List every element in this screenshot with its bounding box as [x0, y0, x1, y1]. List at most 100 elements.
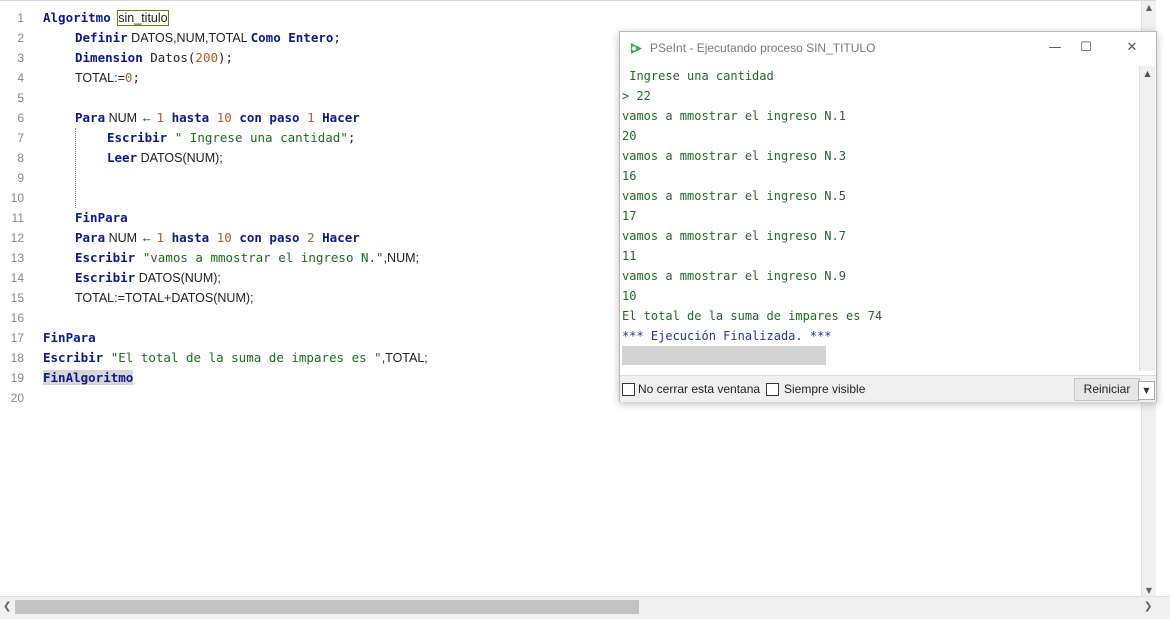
line-number: 12 — [10, 231, 24, 245]
console-line: vamos a mmostrar el ingreso N.9 — [622, 269, 846, 283]
code-line-18: Escribir "El total de la suma de impares… — [43, 348, 428, 368]
line-number: 15 — [10, 291, 24, 305]
code-line-11: FinPara — [75, 208, 128, 228]
keyword: con paso — [239, 230, 300, 245]
line-number: 6 — [17, 111, 24, 125]
code-line-14: Escribir DATOS(NUM); — [75, 268, 221, 288]
identifier: TOTAL:= — [75, 71, 125, 85]
scroll-left-icon[interactable]: ❮ — [3, 601, 11, 612]
code-line-2: Definir DATOS,NUM,TOTAL Como Entero; — [75, 28, 341, 48]
identifier: ,TOTAL; — [381, 351, 428, 365]
line-number: 17 — [10, 331, 24, 345]
console-line: 11 — [622, 249, 637, 263]
identifier: Datos( — [142, 50, 196, 65]
line-number: 18 — [10, 351, 24, 365]
string-literal: " Ingrese una cantidad" — [174, 130, 348, 145]
identifier: DATOS(NUM); — [135, 271, 221, 285]
keyword: Para — [75, 110, 106, 125]
horizontal-scroll-thumb[interactable] — [15, 600, 639, 614]
console-line: 20 — [622, 129, 637, 143]
line-number: 14 — [10, 271, 24, 285]
number: 1 — [156, 110, 165, 125]
keyword: Algoritmo — [43, 10, 111, 25]
identifier: ,NUM; — [383, 251, 419, 265]
line-number: 1 — [17, 11, 24, 25]
siempre-visible-checkbox[interactable] — [766, 383, 779, 396]
editor-horizontal-scrollbar[interactable]: ❮ ❯ — [0, 596, 1170, 619]
minimize-icon[interactable]: — — [1040, 38, 1070, 58]
punct: ; — [333, 30, 341, 45]
line-number: 13 — [10, 251, 24, 265]
code-line-17: FinPara — [43, 328, 96, 348]
reiniciar-dropdown-icon[interactable]: ▼ — [1138, 381, 1155, 400]
line-number: 19 — [10, 371, 24, 385]
console-line: > 22 — [622, 89, 651, 103]
identifier: NUM ← — [105, 111, 157, 125]
keyword: Definir — [75, 30, 128, 45]
code-line-3: Dimension Datos(200); — [75, 48, 233, 68]
console-line: 10 — [622, 289, 637, 303]
keyword: Hacer — [322, 110, 360, 125]
console-output[interactable]: Ingrese una cantidad > 22 vamos a mmostr… — [622, 66, 1137, 370]
punct: ; — [347, 130, 356, 145]
window-footer: No cerrar esta ventana Siempre visible R… — [620, 375, 1156, 402]
algorithm-name[interactable]: sin_titulo — [117, 10, 169, 26]
code-line-13: Escribir "vamos a mmostrar el ingreso N.… — [75, 248, 419, 268]
code-line-19: FinAlgoritmo — [43, 368, 134, 388]
keyword: FinPara — [43, 330, 96, 345]
no-cerrar-label: No cerrar esta ventana — [638, 382, 761, 396]
execution-window[interactable]: PSeInt - Ejecutando proceso SIN_TITULO —… — [619, 31, 1157, 402]
code-line-12: Para NUM ← 1 hasta 10 con paso 2 Hacer — [75, 228, 360, 248]
string-literal: "El total de la suma de impares es " — [110, 350, 382, 365]
code-line-6: Para NUM ← 1 hasta 10 con paso 1 Hacer — [75, 108, 360, 128]
console-line: vamos a mmostrar el ingreso N.3 — [622, 149, 846, 163]
number: 200 — [195, 50, 218, 65]
console-line: 16 — [622, 169, 637, 183]
console-input-area[interactable] — [622, 346, 826, 365]
keyword: Para — [75, 230, 106, 245]
keyword: Hacer — [322, 230, 360, 245]
console-line: vamos a mmostrar el ingreso N.7 — [622, 229, 846, 243]
number: 10 — [216, 230, 232, 245]
scroll-up-icon[interactable]: ▲ — [1142, 1, 1156, 15]
keyword: hasta — [171, 230, 210, 245]
scroll-right-icon[interactable]: ❯ — [1144, 601, 1152, 612]
line-number: 10 — [10, 191, 24, 205]
keyword: hasta — [171, 110, 210, 125]
no-cerrar-checkbox[interactable] — [622, 383, 635, 396]
line-number: 3 — [17, 51, 24, 65]
console-line: vamos a mmostrar el ingreso N.1 — [622, 109, 846, 123]
console-line: vamos a mmostrar el ingreso N.5 — [622, 189, 846, 203]
console-vertical-scrollbar[interactable]: ▲ — [1139, 66, 1155, 371]
keyword-highlighted: FinAlgoritmo — [43, 370, 134, 385]
code-line-8: Leer DATOS(NUM); — [107, 148, 223, 168]
close-icon[interactable]: ✕ — [1117, 38, 1147, 58]
keyword: Escribir — [43, 350, 104, 365]
keyword: Escribir — [107, 130, 168, 145]
keyword: Escribir — [75, 270, 136, 285]
number: 1 — [307, 110, 315, 125]
line-number: 9 — [17, 171, 24, 185]
number: 10 — [216, 110, 232, 125]
keyword: Dimension — [75, 50, 143, 65]
punct: ); — [218, 50, 234, 65]
console-line: Ingrese una cantidad — [622, 69, 774, 83]
console-finished-line: *** Ejecución Finalizada. *** — [622, 329, 832, 343]
maximize-icon[interactable]: ☐ — [1071, 38, 1101, 58]
line-number: 16 — [10, 311, 24, 325]
console-line: El total de la suma de impares es 74 — [622, 309, 883, 323]
code-line-4: TOTAL:=0; — [75, 68, 140, 88]
siempre-visible-label: Siempre visible — [784, 382, 866, 396]
window-titlebar[interactable]: PSeInt - Ejecutando proceso SIN_TITULO —… — [620, 32, 1156, 64]
indent-guide — [75, 128, 76, 208]
code-line-1: Algoritmo sin_titulo — [43, 8, 169, 28]
identifier: NUM ← — [105, 231, 157, 245]
line-number: 4 — [17, 71, 24, 85]
reiniciar-button[interactable]: Reiniciar — [1074, 378, 1140, 401]
keyword: Escribir — [75, 250, 136, 265]
window-title: PSeInt - Ejecutando proceso SIN_TITULO — [650, 41, 876, 55]
line-number-gutter: 1 2 3 4 5 6 7 8 9 10 11 12 13 14 15 16 1… — [0, 1, 36, 598]
scroll-up-icon[interactable]: ▲ — [1140, 66, 1155, 81]
line-number: 20 — [10, 391, 24, 405]
keyword: Leer — [107, 150, 138, 165]
